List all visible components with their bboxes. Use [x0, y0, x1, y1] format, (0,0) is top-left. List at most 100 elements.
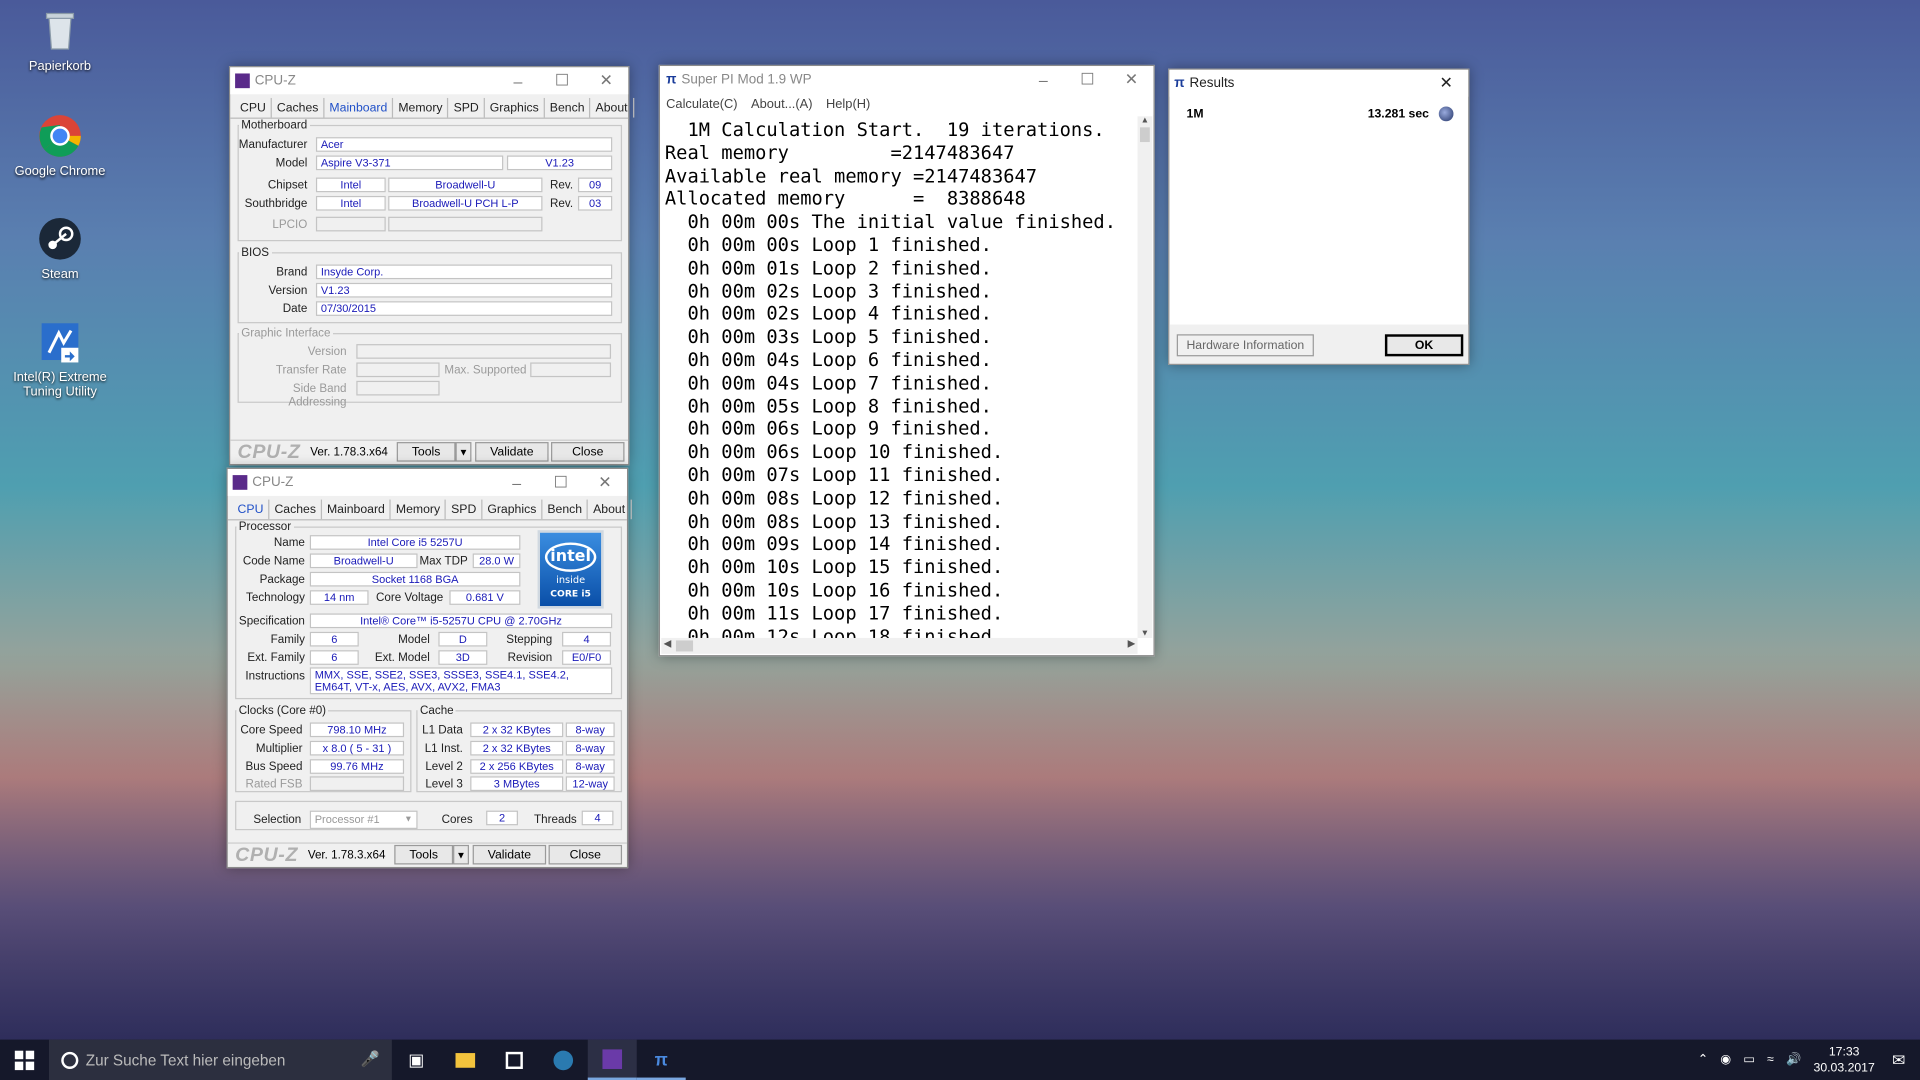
search-placeholder: Zur Suche Text hier eingeben [85, 1051, 286, 1069]
console-line: Available real memory =2147483647 [664, 164, 1038, 187]
desktop-icon-intel-xtu[interactable]: Intel(R) Extreme Tuning Utility [7, 318, 112, 399]
wifi-icon[interactable]: ≈ [1767, 1053, 1774, 1066]
battery-icon[interactable]: ▭ [1743, 1053, 1755, 1066]
steam-taskbar-icon[interactable] [539, 1040, 588, 1080]
horizontal-scrollbar[interactable]: ◀ ▶ [661, 637, 1138, 654]
bios-brand-value: Insyde Corp. [315, 264, 613, 280]
tab-graphics[interactable]: Graphics [485, 97, 545, 118]
minimize-button[interactable]: – [1021, 66, 1065, 93]
tools-button[interactable]: Tools [394, 844, 454, 865]
scroll-right-icon[interactable]: ▶ [1128, 638, 1136, 649]
busspeed-value: 99.76 MHz [309, 759, 405, 774]
microphone-icon[interactable]: 🎤 [361, 1051, 380, 1069]
side-band-label: Side Band Addressing [288, 382, 347, 409]
corevoltage-value: 0.681 V [449, 590, 521, 605]
technology-label: Technology [246, 591, 305, 605]
ok-button[interactable]: OK [1384, 334, 1464, 357]
start-button[interactable] [0, 1040, 49, 1080]
chevron-up-icon[interactable]: ⌃ [1698, 1053, 1708, 1066]
maxtdp-label: Max TDP [419, 554, 468, 569]
southbridge-label: Southbridge [244, 197, 308, 211]
tools-dropdown-arrow[interactable]: ▼ [455, 442, 472, 462]
close-window-button[interactable]: Close [548, 844, 623, 865]
tab-caches[interactable]: Caches [270, 499, 323, 520]
tab-bench[interactable]: Bench [545, 97, 591, 118]
tab-cpu[interactable]: CPU [235, 97, 272, 118]
rev-label: Rev. [549, 178, 574, 193]
tab-mainboard[interactable]: Mainboard [325, 97, 394, 118]
maximize-button[interactable]: ☐ [539, 469, 583, 496]
clock-time: 17:33 [1828, 1045, 1860, 1059]
chrome-icon [37, 113, 84, 160]
tab-memory[interactable]: Memory [393, 97, 449, 118]
maximize-button[interactable]: ☐ [1065, 66, 1109, 93]
busspeed-label: Bus Speed [245, 760, 303, 774]
desktop-icon-chrome[interactable]: Google Chrome [7, 113, 112, 179]
title-bar[interactable]: π Results ✕ [1169, 69, 1469, 97]
action-center-icon[interactable]: ✉ [1892, 1050, 1905, 1070]
close-button[interactable]: ✕ [1424, 70, 1468, 97]
tab-bench[interactable]: Bench [542, 499, 589, 520]
scroll-left-icon[interactable]: ◀ [664, 638, 672, 649]
title-bar[interactable]: CPU-Z – ☐ ✕ [227, 468, 627, 496]
console-line: 0h 00m 01s Loop 2 finished. [664, 256, 992, 279]
close-button[interactable]: ✕ [583, 469, 627, 496]
menu-help[interactable]: Help(H) [826, 97, 870, 112]
validate-button[interactable]: Validate [475, 442, 549, 462]
close-button[interactable]: ✕ [1109, 66, 1153, 93]
tab-about[interactable]: About [588, 499, 632, 520]
file-explorer-icon[interactable] [441, 1040, 490, 1080]
scrollbar-thumb[interactable] [675, 640, 694, 652]
lpcio-label: LPCIO [272, 217, 308, 232]
tab-caches[interactable]: Caches [272, 97, 325, 118]
clock-date: 30.03.2017 [1813, 1061, 1875, 1075]
close-button[interactable]: ✕ [584, 67, 628, 94]
desktop-icon-steam[interactable]: Steam [7, 216, 112, 282]
scrollbar-thumb[interactable] [1140, 127, 1150, 143]
minimize-button[interactable]: – [495, 469, 539, 496]
maximize-button[interactable]: ☐ [540, 67, 584, 94]
tab-about[interactable]: About [591, 97, 634, 118]
desktop-icon-recycle-bin[interactable]: Papierkorb [7, 7, 112, 73]
record-icon[interactable]: ◉ [1720, 1053, 1731, 1066]
technology-value: 14 nm [309, 590, 369, 605]
close-window-button[interactable]: Close [551, 442, 625, 462]
l2-value: 2 x 256 KBytes [470, 759, 564, 774]
tab-spd[interactable]: SPD [449, 97, 485, 118]
globe-icon [1438, 106, 1454, 122]
menu-about[interactable]: About...(A) [751, 97, 812, 112]
tab-cpu[interactable]: CPU [233, 499, 270, 520]
chipset-rev-value: 09 [577, 177, 613, 193]
scroll-up-icon[interactable]: ▲ [1138, 116, 1153, 125]
minimize-button[interactable]: – [496, 67, 540, 94]
task-view-icon[interactable]: ▣ [392, 1040, 441, 1080]
desktop-icon-label: Intel(R) Extreme Tuning Utility [13, 369, 107, 400]
superpi-taskbar-icon[interactable]: π [636, 1040, 686, 1080]
tab-spd[interactable]: SPD [446, 499, 483, 520]
title-bar[interactable]: π Super PI Mod 1.9 WP – ☐ ✕ [660, 66, 1154, 94]
rev-label: Rev. [549, 197, 574, 211]
validate-button[interactable]: Validate [472, 844, 547, 865]
model-label: Model [398, 633, 430, 647]
desktop-icon-label: Google Chrome [14, 164, 106, 179]
hardware-information-button[interactable]: Hardware Information [1176, 334, 1314, 357]
tools-dropdown-arrow[interactable]: ▼ [453, 844, 469, 865]
clock[interactable]: 17:33 30.03.2017 [1814, 1044, 1875, 1076]
transfer-rate-label: Transfer Rate [275, 363, 347, 378]
search-box[interactable]: Zur Suche Text hier eingeben 🎤 [48, 1039, 392, 1080]
scroll-down-icon[interactable]: ▼ [1138, 629, 1153, 638]
store-icon[interactable] [490, 1040, 539, 1080]
menu-calculate[interactable]: Calculate(C) [666, 97, 737, 112]
tab-memory[interactable]: Memory [391, 499, 447, 520]
chevron-down-icon: ▼ [404, 815, 413, 825]
processor-select[interactable]: Processor #1 ▼ [309, 810, 418, 829]
cpuz-taskbar-icon[interactable] [587, 1039, 637, 1080]
tools-button[interactable]: Tools [396, 442, 456, 462]
volume-icon[interactable]: 🔊 [1786, 1053, 1801, 1066]
window-title: CPU-Z [252, 475, 294, 490]
dialog-title: Results [1189, 75, 1235, 91]
vertical-scrollbar[interactable]: ▲ ▼ [1137, 116, 1153, 638]
tab-graphics[interactable]: Graphics [482, 499, 543, 520]
tab-mainboard[interactable]: Mainboard [322, 499, 391, 520]
title-bar[interactable]: CPU-Z – ☐ ✕ [230, 67, 629, 95]
